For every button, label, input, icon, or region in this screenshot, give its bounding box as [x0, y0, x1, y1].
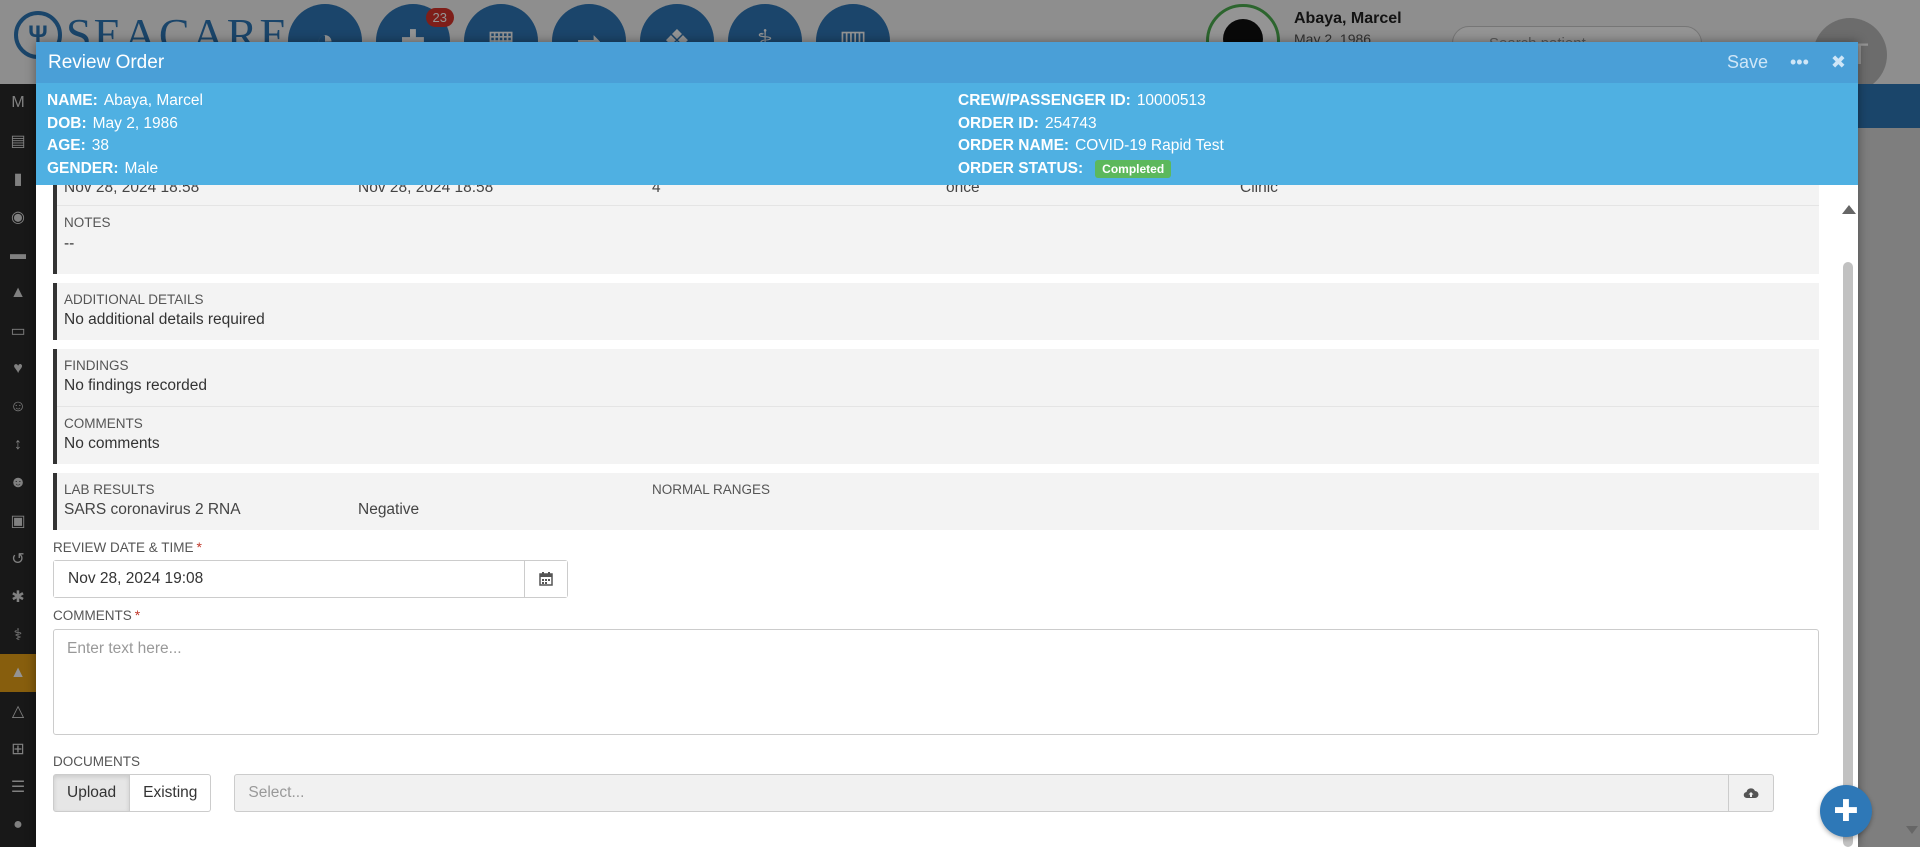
section-comments-value: No comments: [64, 435, 160, 452]
required-marker: *: [134, 607, 141, 623]
findings-label: FINDINGS: [64, 358, 129, 373]
modal-body: Nov 28, 2024 18:58 Nov 28, 2024 18:58 4 …: [36, 185, 1858, 847]
documents-row: Upload Existing Select...: [53, 774, 1819, 812]
cloud-upload-icon[interactable]: [1728, 775, 1773, 811]
review-date-picker: [53, 560, 568, 598]
additional-details-section: ADDITIONAL DETAILS No additional details…: [53, 283, 1819, 340]
modal-title: Review Order: [48, 51, 165, 73]
notes-label: NOTES: [64, 215, 111, 230]
plus-icon: ✚: [1833, 794, 1859, 828]
order-details-section: Nov 28, 2024 18:58 Nov 28, 2024 18:58 4 …: [53, 185, 1819, 274]
order-end-date: Nov 28, 2024 18:58: [358, 185, 494, 196]
documents-label: DOCUMENTS: [53, 754, 140, 769]
notes-value: --: [64, 235, 75, 252]
section-comments-label: COMMENTS: [64, 416, 143, 431]
review-date-label-row: REVIEW DATE & TIME *: [53, 539, 1819, 555]
order-info-right: CREW/PASSENGER ID: 10000513 ORDER ID: 2547…: [958, 90, 1869, 185]
order-row: Nov 28, 2024 18:58 Nov 28, 2024 18:58 4 …: [57, 185, 1819, 205]
document-select[interactable]: Select...: [234, 774, 1775, 812]
comments-label-row: COMMENTS *: [53, 607, 1819, 623]
upload-button[interactable]: Upload: [53, 774, 131, 812]
page-scroll-down-icon[interactable]: [1906, 826, 1918, 834]
status-badge: Completed: [1095, 159, 1172, 178]
patient-age-row: AGE: 38: [47, 137, 109, 154]
review-date-input[interactable]: [54, 561, 524, 597]
modal-header: Review Order Save ••• ✖: [36, 42, 1858, 83]
notes-block: NOTES --: [57, 206, 1819, 253]
close-icon[interactable]: ✖: [1831, 52, 1846, 73]
lab-test-name: SARS coronavirus 2 RNA: [64, 501, 241, 518]
lab-results-section: LAB RESULTS NORMAL RANGES SARS coronavir…: [53, 473, 1819, 530]
lab-results-label: LAB RESULTS: [64, 482, 155, 497]
patient-age-value: 38: [91, 137, 109, 154]
scrollbar-thumb[interactable]: [1843, 262, 1853, 847]
section-comments-block: COMMENTS No comments: [57, 407, 1819, 453]
patient-banner: NAME: Abaya, Marcel DOB: May 2, 1986 AGE: 3…: [36, 83, 1858, 185]
order-location: Clinic: [1240, 185, 1278, 196]
order-quantity: 4: [652, 185, 661, 196]
order-status-row: ORDER STATUS: Completed: [958, 158, 1869, 181]
review-order-modal: Review Order Save ••• ✖ NAME: Abaya, Marc…: [36, 42, 1858, 847]
crew-id-row: CREW/PASSENGER ID: 10000513: [958, 92, 1206, 109]
scroll-up-icon[interactable]: [1842, 205, 1856, 214]
patient-dob-value: May 2, 1986: [92, 114, 178, 132]
patient-gender-row: GENDER: Male: [47, 159, 159, 177]
patient-info-left: NAME: Abaya, Marcel DOB: May 2, 1986 AGE: 3…: [47, 90, 958, 185]
order-frequency: once: [946, 185, 980, 196]
order-name-row: ORDER NAME: COVID-19 Rapid Test: [958, 137, 1224, 154]
findings-section: FINDINGS No findings recorded COMMENTS N…: [53, 349, 1819, 464]
calendar-icon[interactable]: [524, 561, 567, 597]
findings-value: No findings recorded: [64, 377, 208, 394]
order-id-row: ORDER ID: 254743: [958, 114, 1097, 132]
comments-textarea[interactable]: [53, 629, 1819, 735]
add-fab-button[interactable]: ✚: [1820, 785, 1872, 837]
order-id-value: 254743: [1044, 114, 1097, 132]
additional-details-label: ADDITIONAL DETAILS: [64, 292, 204, 307]
patient-name-value: Abaya, Marcel: [103, 92, 203, 109]
review-date-label: REVIEW DATE & TIME: [53, 540, 194, 555]
patient-dob-row: DOB: May 2, 1986: [47, 114, 178, 132]
additional-details-value: No additional details required: [64, 311, 265, 328]
review-content: Nov 28, 2024 18:58 Nov 28, 2024 18:58 4 …: [53, 185, 1819, 812]
patient-gender-value: Male: [124, 159, 159, 177]
existing-button[interactable]: Existing: [130, 774, 212, 812]
document-select-placeholder: Select...: [248, 784, 305, 801]
ellipsis-icon[interactable]: •••: [1790, 52, 1809, 73]
normal-ranges-label: NORMAL RANGES: [652, 482, 771, 497]
crew-id-value: 10000513: [1136, 92, 1206, 109]
order-start-date: Nov 28, 2024 18:58: [64, 185, 200, 196]
comments-label: COMMENTS: [53, 608, 132, 623]
save-button[interactable]: Save: [1727, 52, 1768, 73]
modal-scrollbar[interactable]: [1838, 185, 1858, 847]
patient-name-row: NAME: Abaya, Marcel: [47, 92, 203, 109]
lab-test-result: Negative: [358, 501, 420, 518]
findings-block: FINDINGS No findings recorded: [57, 349, 1819, 406]
order-name-value: COVID-19 Rapid Test: [1075, 137, 1224, 154]
required-marker: *: [196, 539, 202, 555]
